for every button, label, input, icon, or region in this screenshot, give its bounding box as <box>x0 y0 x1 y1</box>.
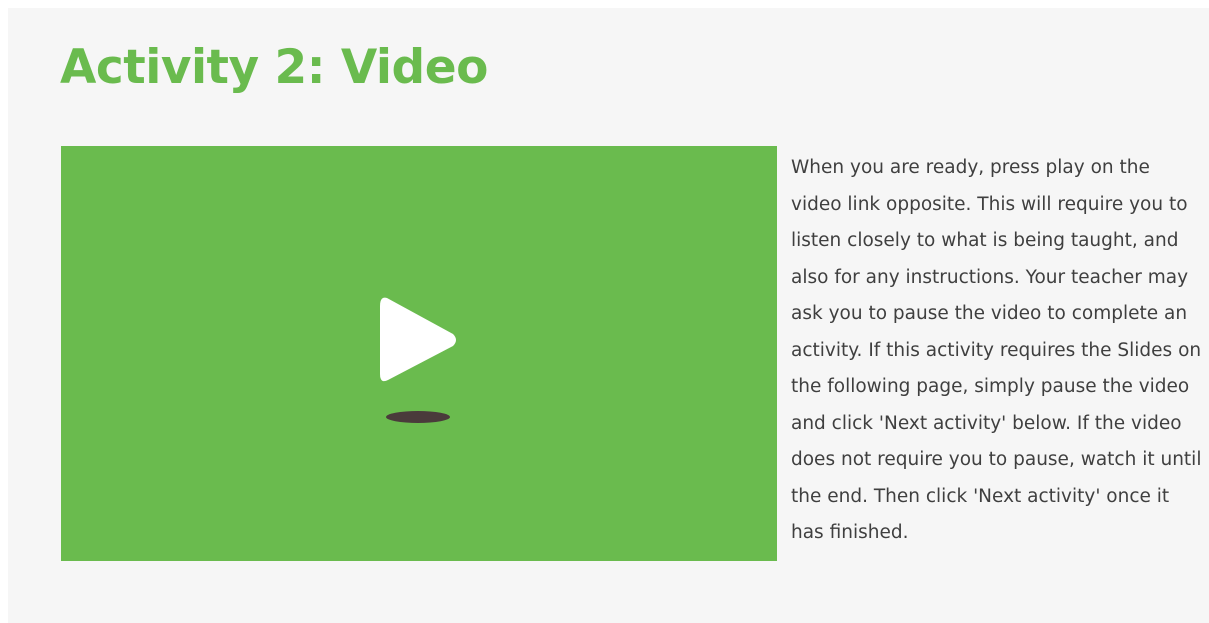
play-triangle <box>380 297 456 382</box>
page-title: Activity 2: Video <box>60 40 488 95</box>
activity-description: When you are ready, press play on the vi… <box>791 157 1202 543</box>
activity-card: Activity 2: Video When you are ready, pr… <box>8 8 1209 623</box>
play-shadow <box>386 411 450 423</box>
play-icon[interactable] <box>379 294 459 386</box>
video-player[interactable] <box>61 146 777 561</box>
